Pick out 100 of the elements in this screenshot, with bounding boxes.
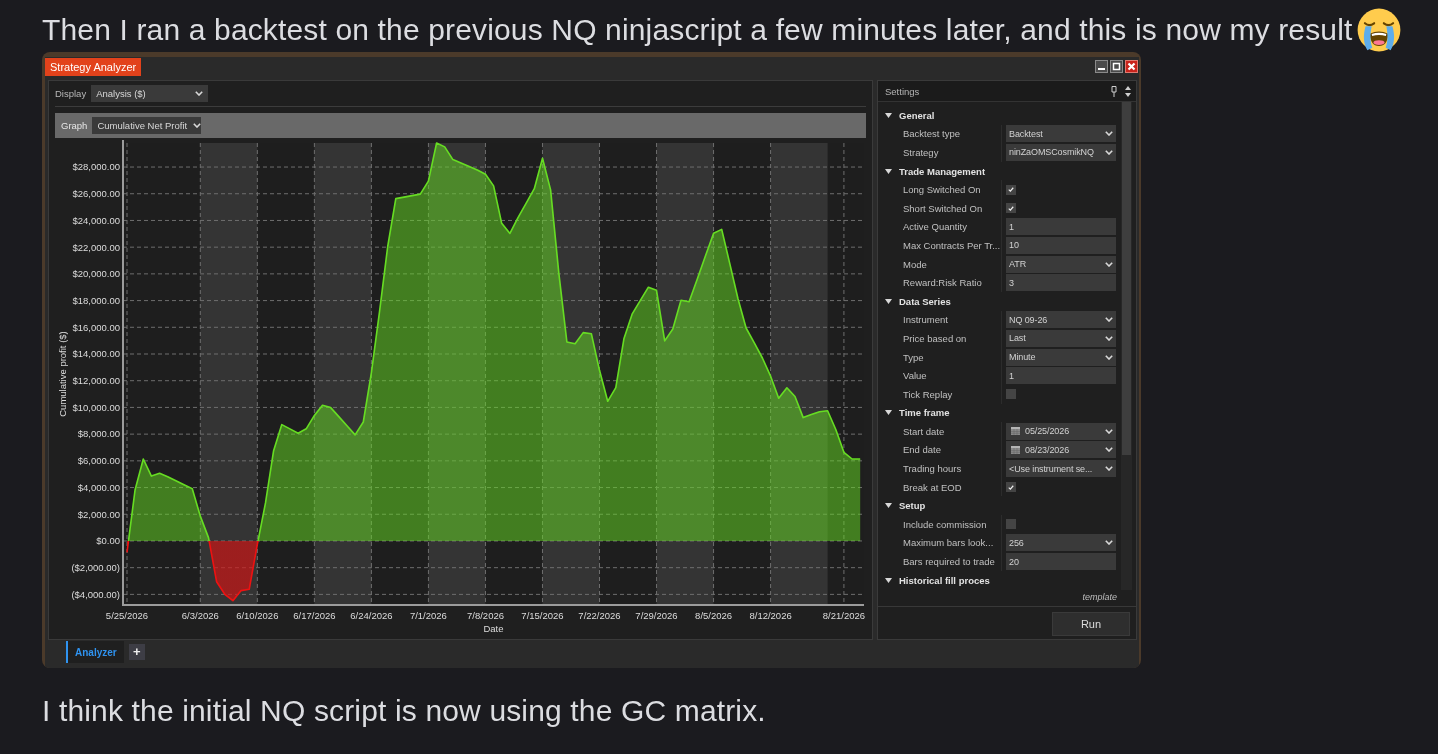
- property-label: Max Contracts Per Tr...: [903, 239, 1001, 251]
- display-dropdown[interactable]: Analysis ($): [91, 85, 209, 102]
- dropdown[interactable]: Minute: [1006, 348, 1116, 366]
- property-label: Mode: [903, 258, 927, 270]
- x-axis-label: 7/1/2026: [409, 610, 447, 621]
- dropdown[interactable]: Last: [1006, 329, 1116, 347]
- triangle-down-icon[interactable]: [885, 577, 892, 583]
- chevron-down-icon: [193, 123, 202, 128]
- chevron-down-icon: [195, 91, 204, 96]
- maximize-icon[interactable]: [1110, 60, 1123, 73]
- triangle-down-icon[interactable]: [885, 298, 892, 304]
- chevron-down-icon: [1105, 335, 1113, 341]
- y-axis-title: Cumulative profit ($): [57, 331, 68, 417]
- x-axis-label: 8/12/2026: [749, 610, 792, 621]
- property-label: Instrument: [903, 314, 948, 326]
- graph-dropdown[interactable]: Cumulative Net Profit: [92, 117, 202, 134]
- input-field[interactable]: 20: [1006, 553, 1116, 571]
- dropdown[interactable]: Backtest: [1006, 125, 1116, 143]
- property-label: Long Switched On: [903, 184, 981, 196]
- y-axis-label: $18,000.00: [72, 294, 120, 306]
- input-field[interactable]: 1: [1006, 367, 1116, 385]
- up-triangle-icon[interactable]: [1125, 85, 1131, 90]
- tab[interactable]: Analyzer: [66, 641, 124, 663]
- display-label: Display: [55, 88, 87, 99]
- property-label: Bars required to trade: [903, 556, 995, 568]
- chevron-down-icon: [1105, 131, 1113, 137]
- message-text: I think the initial NQ script is now using the GC matrix.: [42, 693, 766, 729]
- checkbox[interactable]: [1006, 482, 1016, 493]
- x-axis-label: 6/17/2026: [293, 610, 336, 621]
- down-triangle-icon[interactable]: [1125, 92, 1131, 97]
- y-axis-label: $0.00: [96, 535, 120, 547]
- y-axis-label: ($2,000.00): [71, 562, 120, 573]
- checkbox[interactable]: [1006, 389, 1016, 400]
- scrollbar[interactable]: [1121, 102, 1132, 590]
- category-label: Time frame: [899, 407, 950, 419]
- template-link[interactable]: template: [1082, 592, 1117, 602]
- checkmark-icon: [1008, 205, 1014, 211]
- checkbox[interactable]: [1006, 203, 1016, 214]
- input-field[interactable]: 3: [1006, 274, 1116, 292]
- y-axis-label: $8,000.00: [77, 428, 120, 440]
- category-label: Setup: [899, 500, 926, 512]
- dropdown[interactable]: ATR: [1006, 255, 1116, 273]
- add-tab-button[interactable]: +: [128, 644, 145, 660]
- chevron-down-icon: [1105, 540, 1113, 546]
- y-axis-label: $6,000.00: [77, 455, 120, 467]
- pin-icon[interactable]: [1111, 85, 1117, 97]
- x-axis-label: 6/3/2026: [181, 610, 219, 621]
- y-axis-label: $28,000.00: [72, 161, 120, 173]
- checkbox[interactable]: [1006, 184, 1016, 195]
- x-axis-label: 6/24/2026: [350, 610, 393, 621]
- crying-face-icon: [1357, 8, 1402, 52]
- input-field[interactable]: 1: [1006, 218, 1116, 236]
- calendar-icon: [1011, 427, 1020, 436]
- y-axis-label: ($4,000.00): [71, 588, 120, 600]
- y-axis-label: $2,000.00: [77, 508, 120, 520]
- category-label: Trade Management: [899, 165, 986, 177]
- y-axis-label: $26,000.00: [72, 188, 120, 199]
- graph-label: Graph: [61, 120, 88, 131]
- checkbox[interactable]: [1006, 519, 1016, 530]
- panel-title: Settings: [885, 85, 920, 97]
- y-axis-label: $14,000.00: [72, 348, 120, 360]
- checkmark-icon: [1008, 484, 1014, 490]
- run-button[interactable]: Run: [1052, 612, 1130, 636]
- input-field[interactable]: 10: [1006, 236, 1116, 254]
- close-icon[interactable]: [1125, 60, 1138, 73]
- y-axis-label: $4,000.00: [77, 481, 120, 493]
- triangle-down-icon[interactable]: [885, 112, 892, 118]
- chevron-down-icon: [1105, 317, 1113, 323]
- property-label: Trading hours: [903, 463, 962, 475]
- property-label: Strategy: [903, 147, 939, 158]
- triangle-down-icon[interactable]: [885, 168, 892, 174]
- property-label: Value: [903, 370, 927, 382]
- date-picker[interactable]: 05/25/2026: [1006, 422, 1116, 440]
- triangle-down-icon[interactable]: [885, 410, 892, 416]
- chevron-down-icon: [1105, 354, 1113, 360]
- y-axis-label: $24,000.00: [72, 214, 120, 226]
- y-axis-label: $20,000.00: [72, 268, 120, 280]
- y-axis-label: $10,000.00: [72, 401, 120, 413]
- date-picker[interactable]: 08/23/2026: [1006, 441, 1116, 459]
- dropdown[interactable]: <Use instrument se...: [1006, 460, 1116, 478]
- x-axis-label: 6/10/2026: [236, 610, 279, 621]
- property-label: Start date: [903, 425, 945, 437]
- property-label: Reward:Risk Ratio: [903, 277, 982, 289]
- x-axis-label: 5/25/2026: [105, 610, 149, 621]
- category-label: Data Series: [899, 295, 951, 307]
- checkmark-icon: [1008, 187, 1014, 193]
- triangle-down-icon[interactable]: [885, 503, 892, 509]
- chevron-down-icon: [1105, 261, 1113, 267]
- category-label: Historical fill proces: [899, 574, 990, 586]
- x-axis-label: 7/15/2026: [521, 610, 564, 621]
- window-title: Strategy Analyzer: [45, 58, 142, 76]
- scrollbar-thumb[interactable]: [1122, 102, 1131, 455]
- x-axis-label: 7/8/2026: [467, 610, 504, 621]
- chevron-down-icon: [1105, 447, 1113, 453]
- dropdown[interactable]: 256: [1006, 534, 1116, 552]
- dropdown[interactable]: ninZaOMSCosmikNQ: [1006, 144, 1116, 161]
- dropdown[interactable]: NQ 09-26: [1006, 311, 1116, 329]
- x-axis-label: 7/29/2026: [635, 610, 678, 621]
- property-label: Maximum bars look...: [903, 537, 994, 549]
- minimize-icon[interactable]: [1095, 60, 1108, 73]
